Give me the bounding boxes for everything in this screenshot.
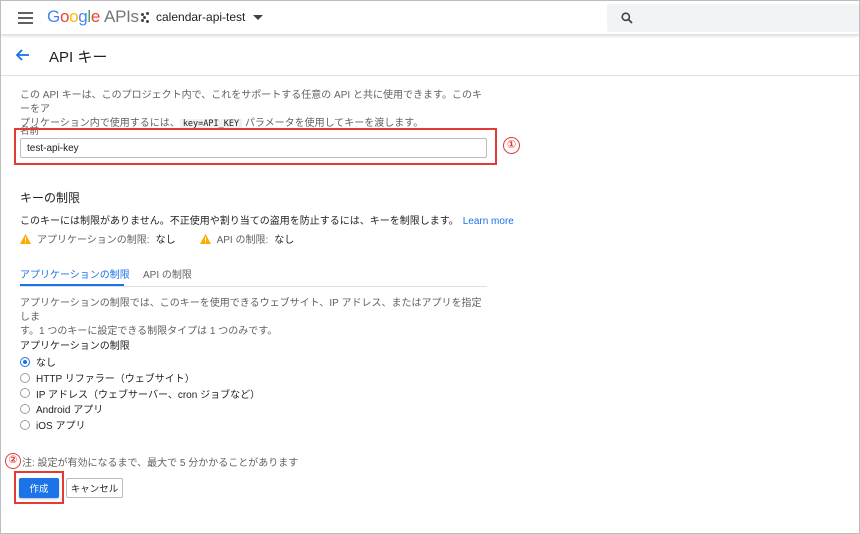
warning-value: なし	[155, 235, 176, 246]
logo-letter: o	[69, 7, 79, 26]
highlight-box-1	[14, 128, 497, 165]
key-restrictions-title: キーの制限	[20, 191, 81, 205]
page-title: API キー	[49, 49, 108, 66]
warning-value: なし	[274, 235, 295, 246]
project-selector[interactable]: calendar-api-test	[141, 10, 264, 24]
tab-application-restrictions[interactable]: アプリケーションの制限	[20, 266, 130, 281]
radio-option-ip-address[interactable]: IP アドレス（ウェブサーバー、cron ジョブなど）	[20, 385, 260, 401]
description-text: アプリケーションの制限では、このキーを使用できるウェブサイト、IP アドレス、ま…	[20, 298, 482, 323]
key-restrictions-description: このキーには制限がありません。不正使用や割り当ての盗用を防止するには、キーを制限…	[20, 212, 514, 227]
project-icon	[141, 11, 150, 23]
logo-suffix: APIs	[104, 7, 139, 26]
radio-label: iOS アプリ	[36, 421, 86, 433]
radio-label: IP アドレス（ウェブサーバー、cron ジョブなど）	[36, 389, 261, 401]
search-icon	[621, 12, 633, 24]
warning-row: アプリケーションの制限: なし API の制限: なし	[20, 231, 294, 246]
learn-more-link[interactable]: Learn more	[463, 216, 514, 227]
restrictions-text: このキーには制限がありません。不正使用や割り当ての盗用を防止するには、キーを制限…	[20, 216, 459, 227]
logo-letter: e	[90, 7, 101, 26]
warning-label: API の制限:	[216, 235, 269, 246]
tab-api-restrictions[interactable]: API の制限	[143, 266, 192, 281]
warning-icon	[199, 233, 211, 244]
radio-button[interactable]	[20, 388, 30, 399]
radio-option-http-referrer[interactable]: HTTP リファラー（ウェブサイト）	[20, 370, 260, 386]
search-bar[interactable]	[607, 4, 859, 32]
radio-option-none[interactable]: なし	[20, 354, 260, 370]
warning-icon	[20, 233, 31, 244]
propagation-note: 注: 設定が有効になるまで、最大で 5 分かかることがあります	[22, 458, 299, 469]
page-header: API キー	[1, 36, 859, 76]
radio-label: なし	[36, 358, 56, 370]
intro-description: この API キーは、このプロジェクト内で、これをサポートする任意の API と…	[20, 89, 490, 131]
radio-button[interactable]	[20, 356, 30, 367]
description-text: す。1 つのキーに設定できる制限タイプは 1 つのみです。	[20, 326, 278, 337]
logo-letter: o	[59, 7, 70, 26]
intro-text: この API キーは、このプロジェクト内で、これをサポートする任意の API と…	[20, 90, 482, 115]
project-name: calendar-api-test	[156, 10, 246, 24]
back-arrow-icon[interactable]	[15, 47, 31, 63]
restriction-tabs: アプリケーションの制限 API の制限	[20, 261, 487, 287]
menu-icon[interactable]	[18, 12, 33, 24]
radio-label: Android アプリ	[36, 405, 104, 417]
create-button[interactable]: 作成	[19, 478, 59, 498]
page-frame: Google APIs calendar-api-test API キー この A…	[0, 0, 860, 534]
cancel-button[interactable]: キャンセル	[66, 478, 123, 498]
restriction-radio-group: なし HTTP リファラー（ウェブサイト） IP アドレス（ウェブサーバー、cr…	[20, 354, 260, 432]
warning-label: アプリケーションの制限:	[37, 235, 150, 246]
radio-button[interactable]	[20, 403, 30, 414]
radio-option-ios[interactable]: iOS アプリ	[20, 417, 260, 433]
top-bar: Google APIs calendar-api-test	[1, 1, 859, 35]
active-tab-indicator	[20, 284, 124, 286]
radio-option-android[interactable]: Android アプリ	[20, 401, 260, 417]
app-restriction-description: アプリケーションの制限では、このキーを使用できるウェブサイト、IP アドレス、ま…	[20, 297, 490, 339]
radio-label: HTTP リファラー（ウェブサイト）	[36, 374, 195, 386]
annotation-marker-1: ①	[503, 137, 520, 154]
radio-button[interactable]	[20, 419, 30, 430]
logo-letter: G	[47, 7, 60, 26]
app-restriction-title: アプリケーションの制限	[20, 341, 130, 352]
google-apis-logo[interactable]: Google APIs	[47, 7, 139, 27]
radio-button[interactable]	[20, 372, 30, 383]
caret-down-icon	[253, 14, 264, 20]
annotation-marker-2: ②	[5, 453, 21, 469]
